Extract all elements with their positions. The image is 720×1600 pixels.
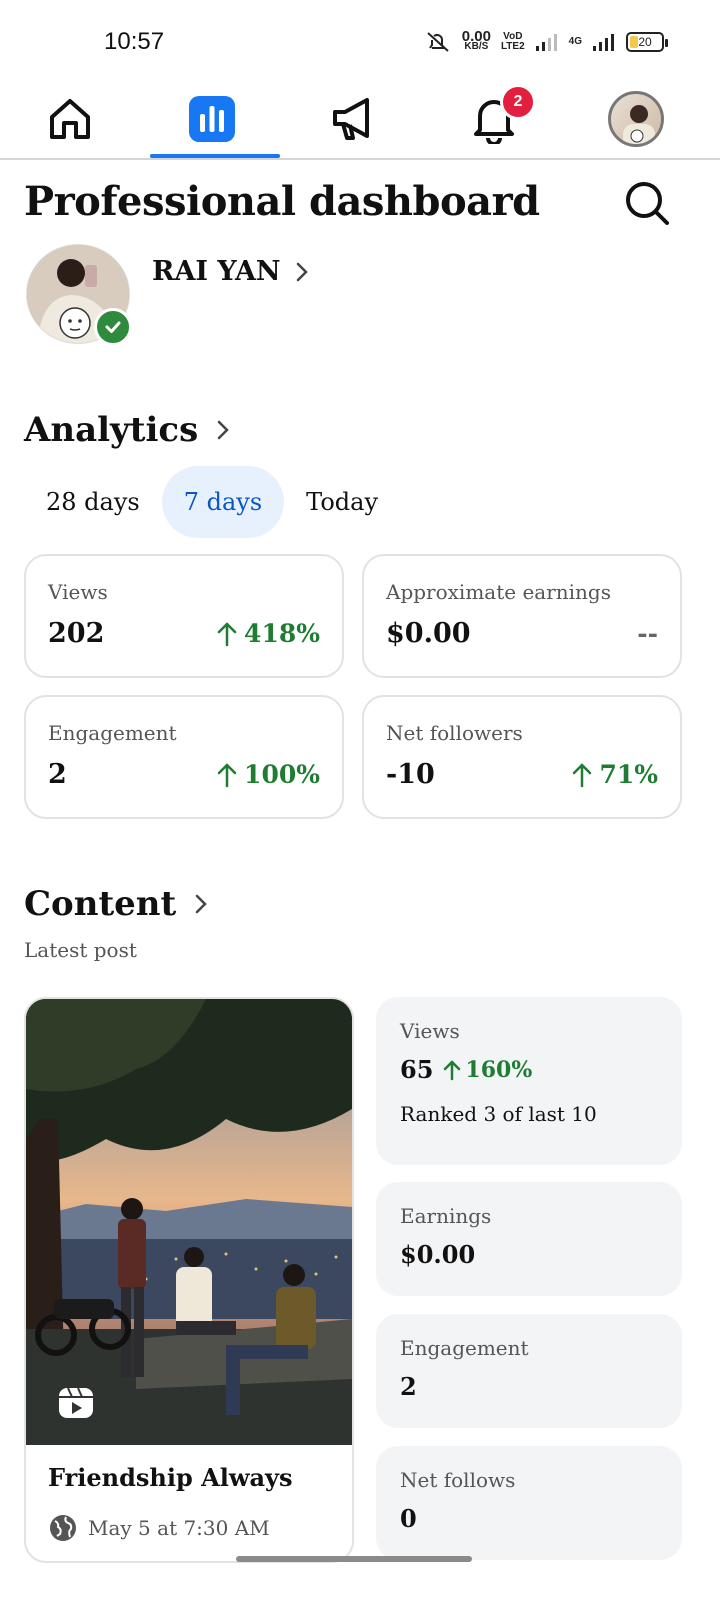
stat-change: 418% xyxy=(216,619,320,648)
mini-label: Engagement xyxy=(400,1336,529,1360)
mini-change: 160% xyxy=(443,1057,532,1083)
status-icons: 0.00 KB/S VoD LTE2 4G 20 xyxy=(424,29,668,54)
views-rank: Ranked 3 of last 10 xyxy=(400,1102,597,1126)
mini-value: 2 xyxy=(400,1372,417,1401)
post-follows-card[interactable]: Net follows 0 xyxy=(376,1446,682,1560)
tab-today[interactable]: Today xyxy=(284,466,400,538)
arrow-up-icon xyxy=(217,762,237,787)
speed-unit: KB/S xyxy=(464,41,489,52)
nav-profile[interactable] xyxy=(586,80,686,158)
profile-name: RAI YAN xyxy=(152,256,281,287)
stat-change-value: 100% xyxy=(244,760,320,789)
stat-change: 71% xyxy=(571,760,658,789)
chevron-right-icon xyxy=(218,420,230,440)
chevron-right-icon xyxy=(296,262,308,281)
volte-indicator: VoD LTE2 xyxy=(501,32,525,52)
mini-label: Net follows xyxy=(400,1468,516,1492)
chevron-right-icon xyxy=(195,894,208,914)
mini-label: Views xyxy=(400,1019,460,1043)
verified-badge xyxy=(94,308,132,346)
arrow-up-icon xyxy=(444,1059,461,1080)
stat-value: $0.00 xyxy=(386,618,471,649)
search-icon xyxy=(626,182,669,225)
battery-level: 20 xyxy=(638,35,652,49)
latest-post-label: Latest post xyxy=(24,938,137,962)
globe-icon xyxy=(50,1515,76,1541)
status-time: 10:57 xyxy=(104,28,165,55)
signal-icon-2 xyxy=(593,34,614,51)
post-engagement-card[interactable]: Engagement 2 xyxy=(376,1314,682,1428)
home-icon xyxy=(50,99,90,139)
nav-avatar xyxy=(608,91,664,147)
page-title: Professional dashboard xyxy=(24,178,540,225)
earnings-card[interactable]: Approximate earnings $0.00 -- xyxy=(362,554,682,678)
stat-value: -10 xyxy=(386,759,435,790)
stat-label: Net followers xyxy=(386,721,523,745)
stat-change-value: 418% xyxy=(244,619,320,648)
analytics-header[interactable]: Analytics xyxy=(24,410,230,450)
stat-value: 2 xyxy=(48,759,67,790)
mini-label: Earnings xyxy=(400,1204,492,1228)
reels-icon xyxy=(59,1387,93,1418)
mini-value: $0.00 xyxy=(400,1240,476,1269)
megaphone-icon xyxy=(333,98,369,140)
tab-28-days[interactable]: 28 days xyxy=(24,466,162,538)
analytics-title: Analytics xyxy=(24,410,199,450)
checkmark-icon xyxy=(105,321,121,333)
stat-label: Views xyxy=(48,580,108,604)
battery-icon: 20 xyxy=(626,32,668,52)
profile-name-link[interactable]: RAI YAN xyxy=(152,256,309,287)
engagement-card[interactable]: Engagement 2 100% xyxy=(24,695,344,819)
status-bar: 10:57 0.00 KB/S VoD LTE2 4G 20 xyxy=(0,0,720,80)
stat-change-value: -- xyxy=(637,619,658,648)
nav-ads[interactable] xyxy=(304,80,404,158)
network-type-label: 4G xyxy=(568,36,582,47)
content-header[interactable]: Content xyxy=(24,884,208,924)
post-date-row: May 5 at 7:30 AM xyxy=(48,1513,270,1543)
post-views-card[interactable]: Views 65 160% Ranked 3 of last 10 xyxy=(376,997,682,1165)
top-nav: 2 xyxy=(0,80,720,160)
nav-notifications[interactable]: 2 xyxy=(444,80,544,158)
nav-active-indicator xyxy=(150,154,280,158)
search-button[interactable] xyxy=(620,176,674,230)
post-title: Friendship Always xyxy=(48,1463,293,1492)
post-earnings-card[interactable]: Earnings $0.00 xyxy=(376,1182,682,1296)
nav-dashboard[interactable] xyxy=(162,80,262,158)
date-range-tabs: 28 days 7 days Today xyxy=(24,466,400,538)
views-card[interactable]: Views 202 418% xyxy=(24,554,344,678)
network-type: 4G xyxy=(569,37,582,47)
arrow-up-icon xyxy=(217,621,237,646)
post-date: May 5 at 7:30 AM xyxy=(88,1516,270,1540)
volte-bottom: LTE2 xyxy=(500,41,525,52)
net-followers-card[interactable]: Net followers -10 71% xyxy=(362,695,682,819)
post-image xyxy=(26,999,352,1445)
mini-value-row: 65 160% xyxy=(400,1055,658,1084)
mini-change-value: 160% xyxy=(465,1056,533,1083)
stat-change-value: 71% xyxy=(599,760,658,789)
network-speed: 0.00 KB/S xyxy=(462,29,491,52)
arrow-up-icon xyxy=(573,762,592,787)
mute-icon xyxy=(427,32,449,52)
tab-7-days[interactable]: 7 days xyxy=(161,466,285,538)
stat-label: Approximate earnings xyxy=(386,580,611,604)
mini-value: 0 xyxy=(400,1504,417,1533)
latest-post-card[interactable]: Friendship Always May 5 at 7:30 AM xyxy=(24,997,354,1563)
stat-change: 100% xyxy=(216,760,320,789)
home-indicator[interactable] xyxy=(236,1556,472,1562)
content-title: Content xyxy=(24,884,177,924)
stat-value: 202 xyxy=(48,618,105,649)
avatar-image xyxy=(623,105,655,144)
bar-chart-icon xyxy=(189,96,235,142)
signal-icon xyxy=(535,34,557,51)
mini-value: 65 xyxy=(400,1055,434,1084)
post-thumbnail[interactable] xyxy=(26,999,352,1445)
notification-badge: 2 xyxy=(500,84,536,120)
stat-label: Engagement xyxy=(48,721,177,745)
nav-home[interactable] xyxy=(20,80,120,158)
